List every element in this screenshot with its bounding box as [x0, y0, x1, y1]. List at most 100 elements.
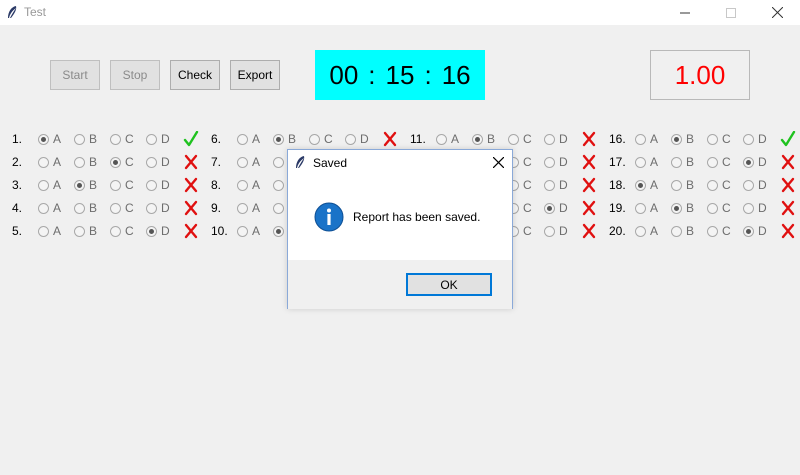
check-button[interactable]: Check [170, 60, 220, 90]
option-radio-b[interactable]: B [671, 224, 707, 238]
radio-button[interactable] [544, 156, 555, 168]
radio-button[interactable] [671, 133, 682, 145]
minimize-button[interactable] [662, 0, 708, 25]
ok-button[interactable]: OK [406, 273, 492, 296]
option-radio-d[interactable]: D [345, 132, 381, 146]
radio-button[interactable] [707, 202, 718, 214]
radio-button[interactable] [38, 225, 49, 237]
option-radio-c[interactable]: C [707, 155, 743, 169]
option-radio-c[interactable]: C [110, 224, 146, 238]
option-radio-a[interactable]: A [237, 155, 273, 169]
radio-button[interactable] [273, 202, 284, 214]
radio-button[interactable] [273, 156, 284, 168]
radio-button[interactable] [146, 179, 157, 191]
radio-button[interactable] [707, 179, 718, 191]
radio-button[interactable] [110, 133, 121, 145]
option-radio-b[interactable]: B [74, 201, 110, 215]
radio-button[interactable] [635, 156, 646, 168]
radio-button[interactable] [146, 156, 157, 168]
radio-button[interactable] [146, 225, 157, 237]
radio-button[interactable] [743, 225, 754, 237]
radio-button[interactable] [237, 179, 248, 191]
option-radio-a[interactable]: A [38, 155, 74, 169]
radio-button[interactable] [110, 156, 121, 168]
start-button[interactable]: Start [50, 60, 100, 90]
option-radio-a[interactable]: A [635, 155, 671, 169]
radio-button[interactable] [309, 133, 320, 145]
radio-button[interactable] [635, 179, 646, 191]
option-radio-b[interactable]: B [671, 132, 707, 146]
option-radio-d[interactable]: D [146, 178, 182, 192]
radio-button[interactable] [671, 225, 682, 237]
option-radio-a[interactable]: A [38, 224, 74, 238]
radio-button[interactable] [707, 156, 718, 168]
radio-button[interactable] [273, 225, 284, 237]
option-radio-b[interactable]: B [273, 132, 309, 146]
option-radio-a[interactable]: A [38, 201, 74, 215]
radio-button[interactable] [743, 202, 754, 214]
radio-button[interactable] [38, 179, 49, 191]
close-button[interactable] [754, 0, 800, 25]
radio-button[interactable] [38, 133, 49, 145]
option-radio-d[interactable]: D [146, 224, 182, 238]
option-radio-a[interactable]: A [237, 224, 273, 238]
radio-button[interactable] [635, 202, 646, 214]
option-radio-a[interactable]: A [635, 201, 671, 215]
option-radio-d[interactable]: D [544, 224, 580, 238]
radio-button[interactable] [110, 202, 121, 214]
radio-button[interactable] [146, 202, 157, 214]
stop-button[interactable]: Stop [110, 60, 160, 90]
radio-button[interactable] [707, 225, 718, 237]
radio-button[interactable] [74, 202, 85, 214]
radio-button[interactable] [74, 179, 85, 191]
radio-button[interactable] [671, 156, 682, 168]
radio-button[interactable] [508, 133, 519, 145]
option-radio-c[interactable]: C [508, 178, 544, 192]
option-radio-a[interactable]: A [635, 224, 671, 238]
option-radio-d[interactable]: D [544, 155, 580, 169]
radio-button[interactable] [38, 156, 49, 168]
radio-button[interactable] [110, 179, 121, 191]
radio-button[interactable] [635, 133, 646, 145]
option-radio-d[interactable]: D [146, 155, 182, 169]
radio-button[interactable] [671, 179, 682, 191]
radio-button[interactable] [74, 156, 85, 168]
radio-button[interactable] [436, 133, 447, 145]
option-radio-d[interactable]: D [743, 132, 779, 146]
maximize-button[interactable] [708, 0, 754, 25]
option-radio-d[interactable]: D [743, 201, 779, 215]
option-radio-a[interactable]: A [237, 178, 273, 192]
option-radio-a[interactable]: A [237, 201, 273, 215]
radio-button[interactable] [74, 225, 85, 237]
radio-button[interactable] [237, 225, 248, 237]
option-radio-c[interactable]: C [110, 178, 146, 192]
option-radio-a[interactable]: A [38, 178, 74, 192]
option-radio-a[interactable]: A [635, 132, 671, 146]
option-radio-c[interactable]: C [110, 132, 146, 146]
radio-button[interactable] [146, 133, 157, 145]
radio-button[interactable] [743, 156, 754, 168]
option-radio-c[interactable]: C [707, 132, 743, 146]
radio-button[interactable] [273, 133, 284, 145]
radio-button[interactable] [38, 202, 49, 214]
option-radio-c[interactable]: C [110, 201, 146, 215]
option-radio-b[interactable]: B [74, 178, 110, 192]
option-radio-c[interactable]: C [707, 178, 743, 192]
radio-button[interactable] [544, 225, 555, 237]
radio-button[interactable] [544, 179, 555, 191]
option-radio-d[interactable]: D [544, 132, 580, 146]
option-radio-d[interactable]: D [743, 155, 779, 169]
radio-button[interactable] [110, 225, 121, 237]
radio-button[interactable] [237, 156, 248, 168]
option-radio-a[interactable]: A [436, 132, 472, 146]
dialog-close-icon[interactable] [492, 155, 505, 173]
option-radio-b[interactable]: B [74, 155, 110, 169]
option-radio-a[interactable]: A [237, 132, 273, 146]
option-radio-c[interactable]: C [707, 224, 743, 238]
radio-button[interactable] [544, 202, 555, 214]
option-radio-c[interactable]: C [508, 224, 544, 238]
option-radio-b[interactable]: B [472, 132, 508, 146]
option-radio-d[interactable]: D [544, 178, 580, 192]
radio-button[interactable] [743, 179, 754, 191]
option-radio-d[interactable]: D [544, 201, 580, 215]
